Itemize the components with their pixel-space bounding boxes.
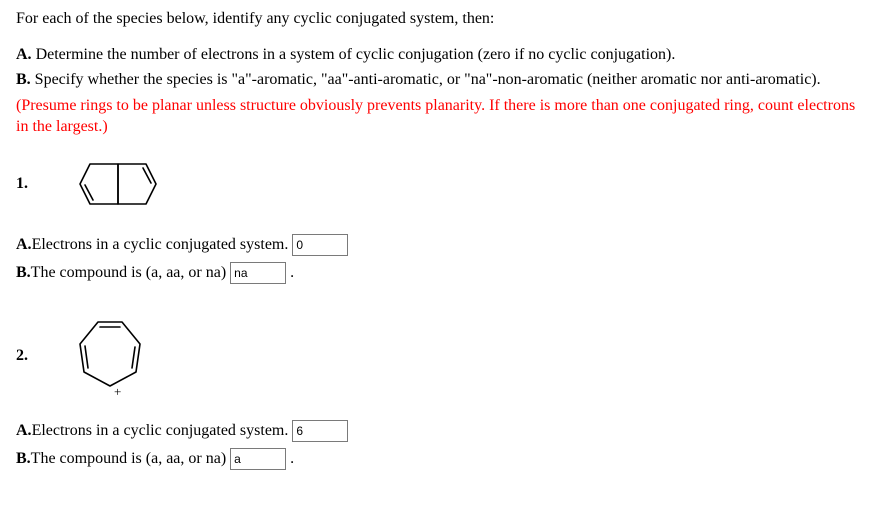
q1-type-input[interactable]: [230, 262, 286, 284]
q1-a-text: Electrons in a cyclic conjugated system.: [32, 236, 289, 253]
q2-electrons-input[interactable]: [292, 420, 348, 442]
q2-b-period: .: [290, 450, 294, 467]
q1-answer-b: B.The compound is (a, aa, or na) .: [16, 262, 870, 284]
q1-b-period: .: [290, 264, 294, 281]
part-a-label: A.: [16, 46, 32, 63]
question-1-number: 1.: [16, 175, 66, 193]
question-2-number: 2.: [16, 347, 66, 365]
structure-1-icon: [66, 156, 176, 212]
q1-answer-a: A.Electrons in a cyclic conjugated syste…: [16, 234, 870, 256]
charge-plus-label: +: [114, 384, 121, 398]
question-2-row: 2. +: [16, 314, 870, 398]
q2-b-prefix: B.: [16, 450, 31, 467]
q1-b-prefix: B.: [16, 264, 31, 281]
part-a-text: A. Determine the number of electrons in …: [16, 44, 870, 66]
q2-a-prefix: A.: [16, 422, 32, 439]
q2-a-text: Electrons in a cyclic conjugated system.: [32, 422, 289, 439]
part-b-body: Specify whether the species is "a"-aroma…: [35, 71, 821, 88]
question-1-row: 1.: [16, 156, 870, 212]
part-b-text: B. Specify whether the species is "a"-ar…: [16, 69, 870, 91]
q1-b-text: The compound is (a, aa, or na): [31, 264, 226, 281]
q2-answer-b: B.The compound is (a, aa, or na) .: [16, 448, 870, 470]
intro-text: For each of the species below, identify …: [16, 8, 870, 30]
structure-2-icon: +: [66, 314, 156, 398]
q1-a-prefix: A.: [16, 236, 32, 253]
q1-electrons-input[interactable]: [292, 234, 348, 256]
q2-type-input[interactable]: [230, 448, 286, 470]
hint-text: (Presume rings to be planar unless struc…: [16, 95, 870, 138]
q2-b-text: The compound is (a, aa, or na): [31, 450, 226, 467]
part-b-label: B.: [16, 71, 31, 88]
part-a-body: Determine the number of electrons in a s…: [36, 46, 676, 63]
q2-answer-a: A.Electrons in a cyclic conjugated syste…: [16, 420, 870, 442]
